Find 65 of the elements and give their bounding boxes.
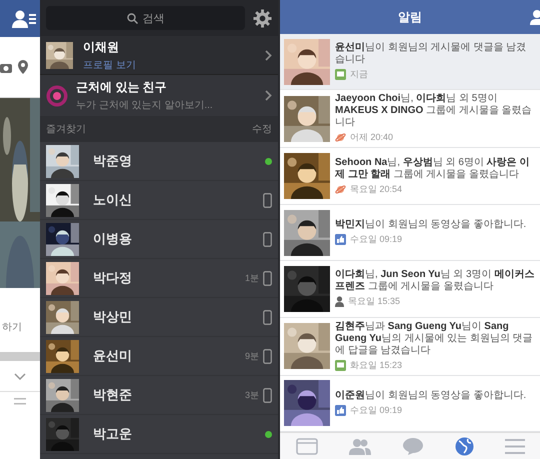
notification-time: 목요일 15:35 xyxy=(348,295,400,308)
friend-requests-icon[interactable] xyxy=(530,9,540,25)
target-icon xyxy=(46,84,68,106)
notification-text: 이준원님이 회원님의 동영상을 좋아합니다. xyxy=(335,390,528,402)
notification-time: 화요일 15:23 xyxy=(350,358,402,372)
friend-name[interactable]: 노이신 xyxy=(93,191,249,209)
notification-time: 지금 xyxy=(350,68,368,82)
notification-item[interactable]: 김현주님과 Sang Gueng Yu님이 Sang Gueng Yu님의 게시물에 있는 회원님의 댓글에 답글을 남겼습니다 화요일 15:23 xyxy=(280,318,540,376)
notification-item[interactable]: Jaeyoon Choi님, 이다희님 외 5명이 MAKEUS X DINGO 그룹에 게시물을 올렸습니다 어제 20:40 xyxy=(280,90,540,148)
friend-name[interactable]: 박고운 xyxy=(93,425,251,443)
notification-item[interactable]: 이준원님이 회원님의 동영상을 좋아합니다. 수요일 09:19 xyxy=(280,376,540,432)
notification-text: Sehoon Na님, 우상범님 외 6명이 사랑은 이제 그만 할래 그룹에 게시물을 올렸습니다 xyxy=(335,156,530,181)
view-profile-link[interactable]: 프로필 보기 xyxy=(83,58,255,72)
last-active-time: 1분 xyxy=(244,272,259,284)
notification-text: 이다희님, Jun Seon Yu님 외 3명이 메이커스 프렌즈 그룹에 게시물을 올렸습니다 xyxy=(335,269,536,294)
chevron-right-icon[interactable] xyxy=(265,50,272,60)
section-separator xyxy=(0,352,40,361)
search-icon xyxy=(126,12,138,24)
friend-name[interactable]: 박상민 xyxy=(93,308,249,326)
phone-icon xyxy=(263,348,272,364)
profile-name[interactable]: 이채원 xyxy=(83,38,255,56)
phone-icon xyxy=(263,310,272,324)
globe-icon[interactable] xyxy=(454,436,474,456)
section-title: 즐겨찾기 xyxy=(46,123,86,136)
notification-text: Jaeyoon Choi님, 이다희님 외 5명이 MAKEUS X DINGO 그룹에 게시물을 올렸습니다 xyxy=(335,93,533,130)
search-field[interactable]: 검색 xyxy=(46,6,245,30)
notification-text: 윤선미님이 회원님의 게시물에 댓글을 남겼습니다 xyxy=(335,42,528,66)
action-link[interactable]: 하기 xyxy=(2,322,22,333)
notification-time: 수요일 09:19 xyxy=(350,404,402,417)
friend-name[interactable]: 박현준 xyxy=(93,386,231,404)
notification-time: 어제 20:40 xyxy=(350,131,394,144)
person-icon xyxy=(335,296,344,308)
camera-icon[interactable] xyxy=(0,62,12,72)
notification-time: 수요일 09:19 xyxy=(350,233,402,246)
phone-icon xyxy=(263,270,272,286)
phone-icon xyxy=(263,232,272,246)
settings-icon[interactable] xyxy=(253,8,272,28)
last-active-time: 9분 xyxy=(244,350,259,362)
comment-icon xyxy=(335,360,346,371)
chevron-down-icon[interactable] xyxy=(14,372,26,380)
chevron-right-icon[interactable] xyxy=(265,90,272,101)
nearby-friends-subtitle: 누가 근처에 있는지 알아보기... xyxy=(76,99,214,112)
friend-name[interactable]: 윤선미 xyxy=(93,347,231,365)
notification-item[interactable]: 윤선미님이 회원님의 게시물에 댓글을 남겼습니다 지금 xyxy=(280,34,540,90)
thumbs-up-icon xyxy=(335,404,346,416)
notification-time: 목요일 20:54 xyxy=(350,182,402,196)
online-dot xyxy=(265,430,272,438)
friend-name[interactable]: 박다정 xyxy=(93,269,231,287)
notification-text: 박민지님이 회원님의 동영상을 좋아합니다. xyxy=(335,219,528,232)
header-title: 알림 xyxy=(398,8,422,26)
comment-icon xyxy=(335,69,346,80)
edit-link[interactable]: 수정 xyxy=(252,122,272,136)
last-active-time: 3분 xyxy=(244,388,259,402)
planet-icon xyxy=(335,184,346,195)
friend-requests-icon[interactable] xyxy=(12,8,36,28)
notification-text: 김현주님과 Sang Gueng Yu님이 Sang Gueng Yu님의 게시물에 있는 회원님의 댓글에 답글을 남겼습니다 xyxy=(335,320,534,357)
phone-icon xyxy=(263,388,272,402)
phone-icon xyxy=(263,192,272,208)
thumbs-up-icon xyxy=(335,234,346,246)
planet-icon xyxy=(335,132,346,144)
location-pin-icon[interactable] xyxy=(18,60,28,74)
friend-name[interactable]: 이병용 xyxy=(93,230,249,248)
nearby-friends-title[interactable]: 근처에 있는 친구 xyxy=(76,79,257,96)
online-dot xyxy=(265,158,272,164)
friend-name[interactable]: 박준영 xyxy=(93,152,251,170)
